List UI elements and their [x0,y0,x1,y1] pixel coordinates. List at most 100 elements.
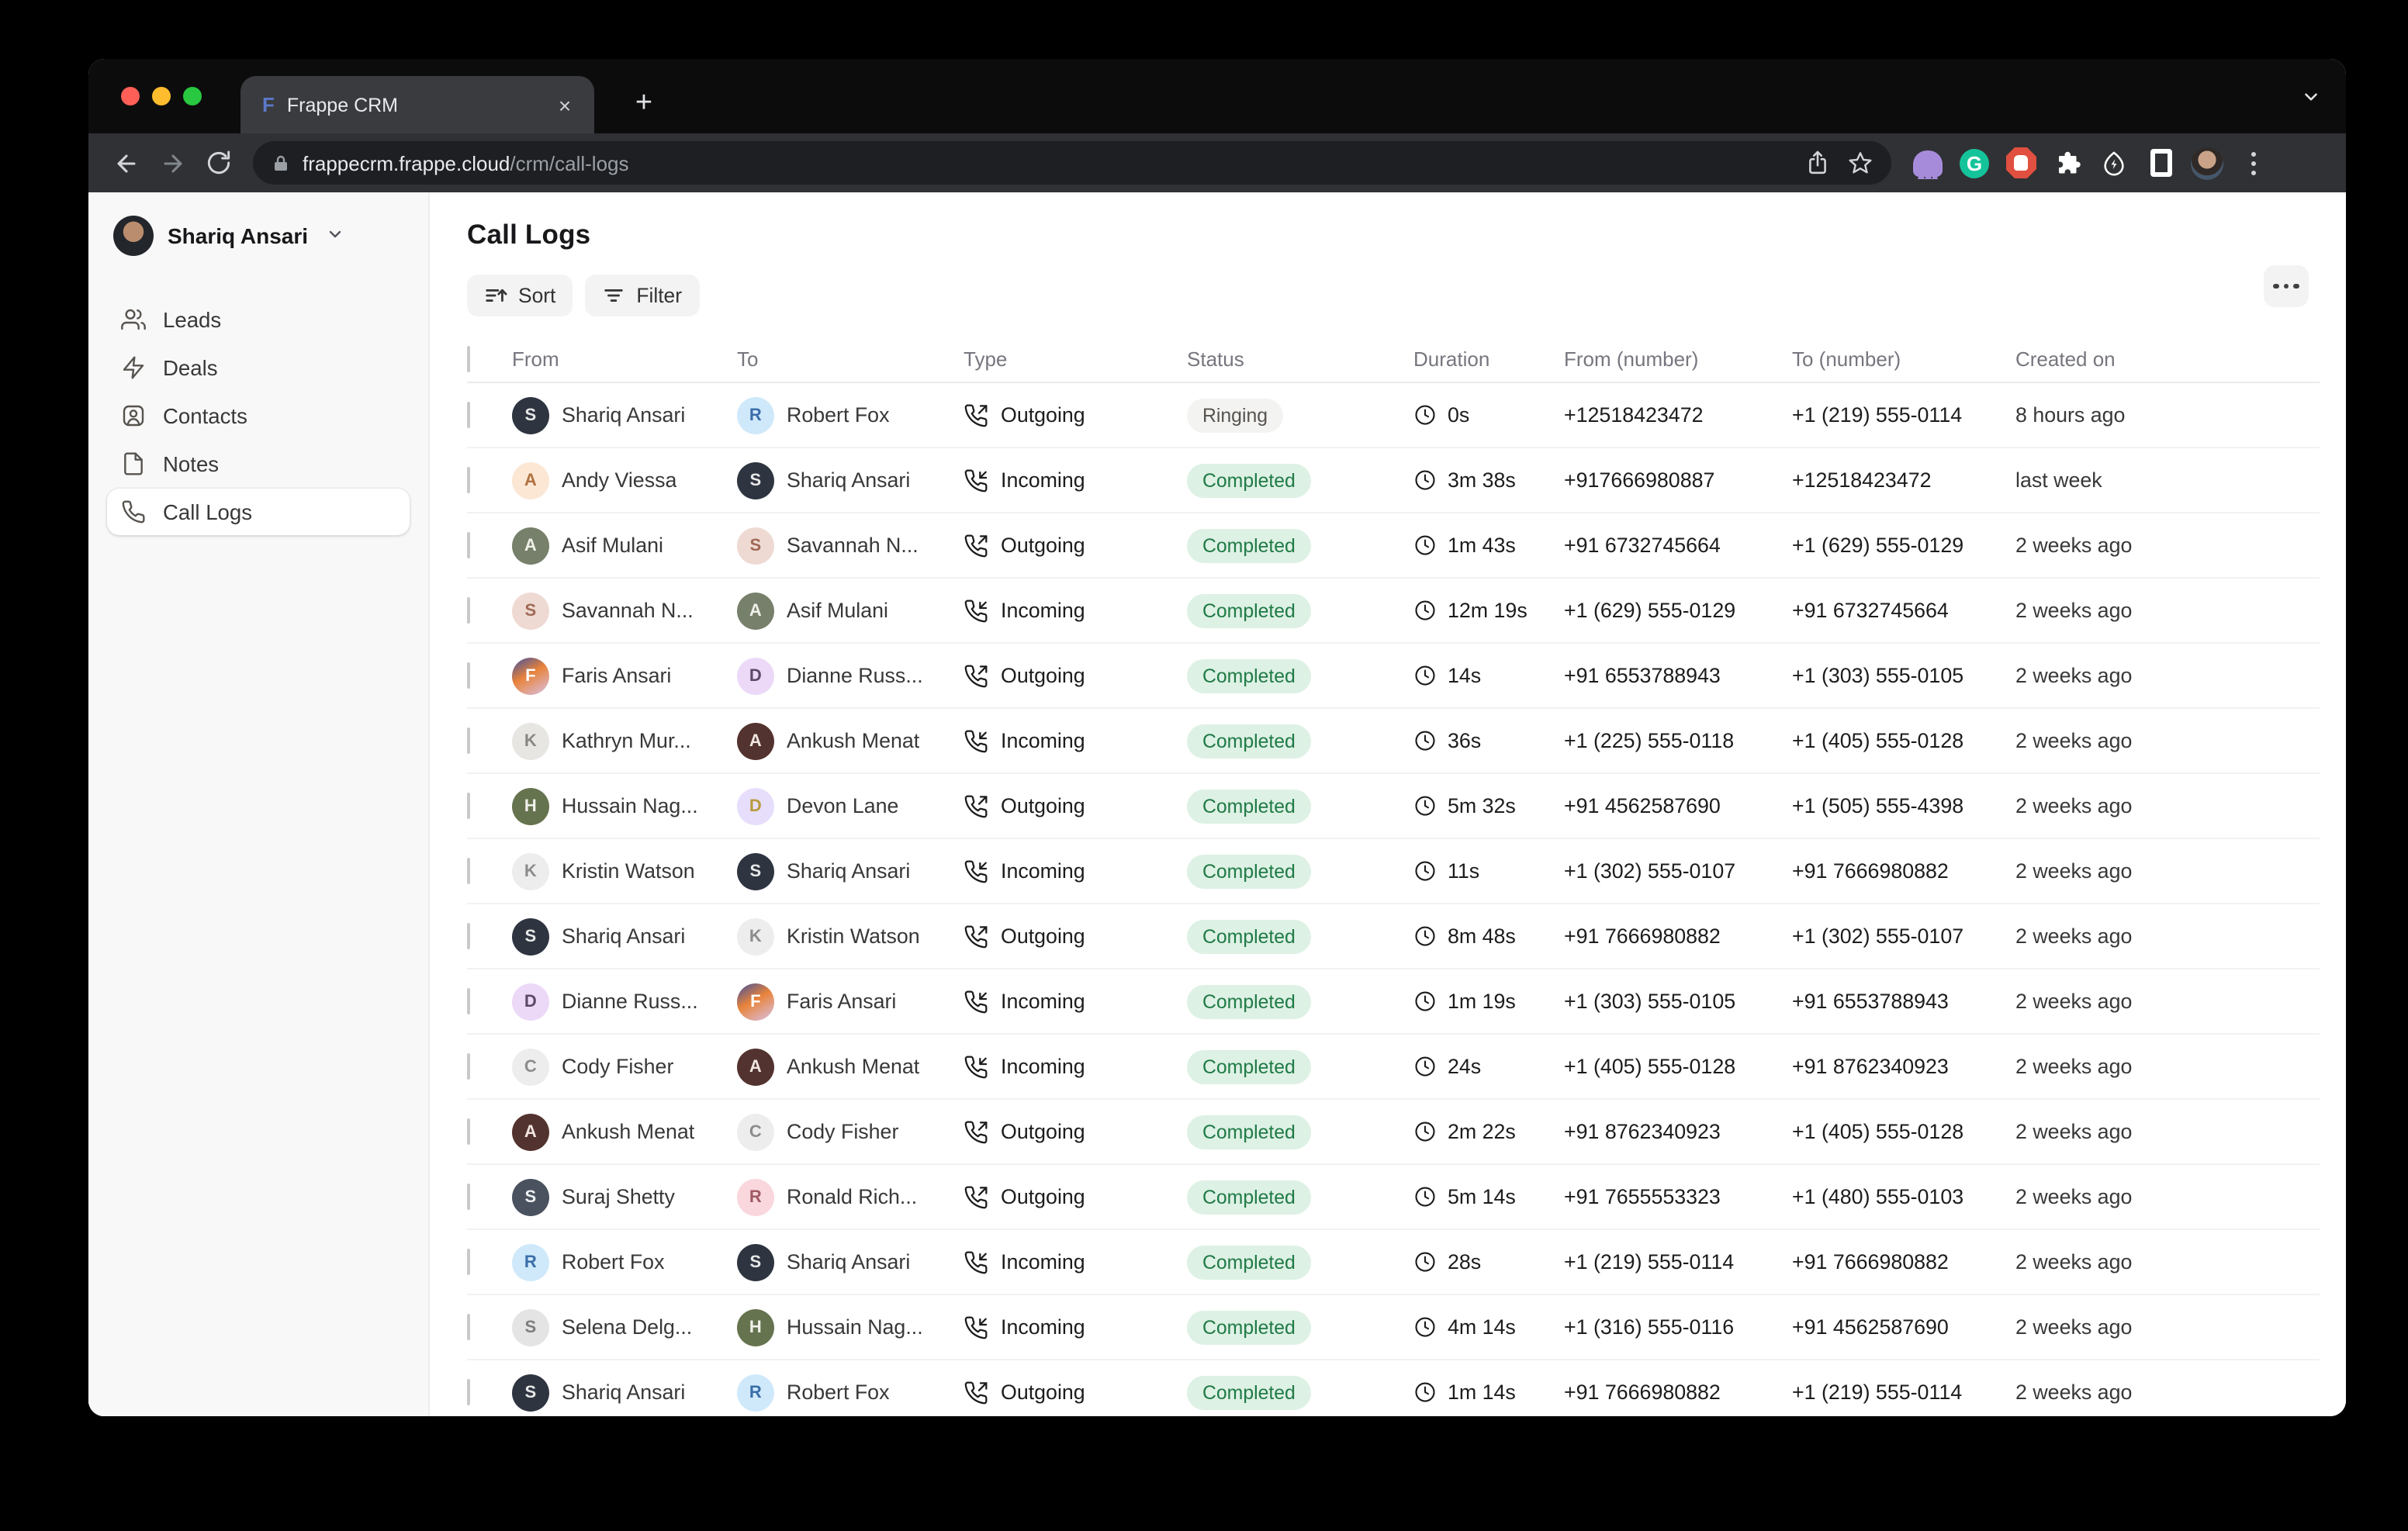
table-row[interactable]: R Robert Fox S Shariq Ansari Incoming Co… [467,1230,2320,1295]
table-row[interactable]: S Shariq Ansari R Robert Fox Outgoing Ri… [467,383,2320,448]
row-checkbox[interactable] [467,467,470,493]
to-number: +91 6732745664 [1792,599,2015,622]
tab-search-chevron-icon[interactable] [2301,87,2321,115]
status-badge: Completed [1187,854,1311,888]
to-avatar: F [737,983,774,1020]
table-row[interactable]: A Andy Viessa S Shariq Ansari Incoming C… [467,448,2320,513]
row-checkbox[interactable] [467,1053,470,1080]
close-tab-icon[interactable]: × [551,91,579,119]
col-type[interactable]: Type [964,347,1187,371]
duration-value: 36s [1448,729,1481,752]
table-row[interactable]: S Savannah N... A Asif Mulani Incoming C… [467,579,2320,644]
share-icon[interactable] [1795,141,1839,185]
row-checkbox[interactable] [467,1118,470,1145]
duration-cell: 5m 32s [1413,794,1564,817]
minimize-window-button[interactable] [152,87,171,105]
status-cell: Completed [1187,1310,1413,1344]
table-row[interactable]: S Shariq Ansari K Kristin Watson Outgoin… [467,904,2320,969]
row-checkbox[interactable] [467,1184,470,1210]
new-tab-button[interactable]: + [622,82,666,126]
menu-dots-icon[interactable] [2233,142,2275,184]
table-row[interactable]: S Selena Delg... H Hussain Nag... Incomi… [467,1295,2320,1360]
from-avatar: S [512,1308,549,1346]
leaf-extension-icon[interactable] [2093,142,2135,184]
col-duration[interactable]: Duration [1413,347,1564,371]
row-checkbox[interactable] [467,793,470,819]
forward-icon[interactable] [150,141,194,185]
duration-value: 11s [1448,859,1479,883]
filter-icon [602,284,625,307]
reload-icon[interactable] [197,141,240,185]
row-checkbox[interactable] [467,1379,470,1405]
type-cell: Incoming [964,468,1187,492]
col-from-number[interactable]: From (number) [1564,347,1792,371]
from-cell: S Shariq Ansari [512,396,737,434]
row-checkbox[interactable] [467,727,470,754]
incoming-call-icon [964,859,988,883]
col-status[interactable]: Status [1187,347,1413,371]
reading-mode-icon[interactable] [2140,142,2181,184]
sidebar-item-call-logs[interactable]: Call Logs [107,489,410,535]
user-menu[interactable]: Shariq Ansari [107,213,410,259]
browser-tab[interactable]: F Frappe CRM × [240,76,594,133]
phone-icon [121,499,146,524]
table-row[interactable]: D Dianne Russ... F Faris Ansari Incoming… [467,969,2320,1035]
select-all-checkbox[interactable] [467,346,470,372]
table-row[interactable]: A Asif Mulani S Savannah N... Outgoing C… [467,513,2320,579]
row-checkbox[interactable] [467,662,470,689]
sidebar-item-deals[interactable]: Deals [107,344,410,391]
from-number: +91 7666980882 [1564,924,1792,948]
table-row[interactable]: H Hussain Nag... D Devon Lane Outgoing C… [467,774,2320,839]
row-checkbox[interactable] [467,402,470,428]
profile-avatar[interactable] [2186,142,2228,184]
col-created-on[interactable]: Created on [2015,347,2320,371]
col-from[interactable]: From [512,347,737,371]
clock-icon [1413,1315,1437,1339]
col-to-number[interactable]: To (number) [1792,347,2015,371]
duration-cell: 14s [1413,664,1564,687]
row-checkbox[interactable] [467,532,470,558]
table-row[interactable]: K Kristin Watson S Shariq Ansari Incomin… [467,839,2320,904]
puzzle-extension-icon[interactable] [2046,142,2088,184]
table-row[interactable]: C Cody Fisher A Ankush Menat Incoming Co… [467,1035,2320,1100]
bookmark-star-icon[interactable] [1839,141,1882,185]
sidebar: Shariq Ansari Leads Deals [88,192,430,1416]
row-checkbox[interactable] [467,597,470,624]
table-row[interactable]: S Shariq Ansari R Robert Fox Outgoing Co… [467,1360,2320,1416]
from-cell: K Kristin Watson [512,852,737,890]
octopus-extension-icon[interactable] [1907,142,1949,184]
to-avatar: S [737,852,774,890]
url-bar[interactable]: frappecrm.frappe.cloud/crm/call-logs [253,141,1891,185]
duration-cell: 5m 14s [1413,1185,1564,1208]
col-to[interactable]: To [737,347,964,371]
duration-cell: 24s [1413,1055,1564,1078]
created-on: 2 weeks ago [2015,1120,2320,1143]
row-checkbox[interactable] [467,1249,470,1275]
filter-button[interactable]: Filter [585,275,699,316]
adblock-extension-icon[interactable] [2000,142,2042,184]
sidebar-item-contacts[interactable]: Contacts [107,392,410,439]
row-checkbox[interactable] [467,988,470,1014]
table-row[interactable]: A Ankush Menat C Cody Fisher Outgoing Co… [467,1100,2320,1165]
to-cell: S Shariq Ansari [737,1243,964,1280]
to-avatar: A [737,722,774,759]
table-row[interactable]: F Faris Ansari D Dianne Russ... Outgoing… [467,644,2320,709]
created-on: last week [2015,468,2320,492]
sort-button[interactable]: Sort [467,275,573,316]
back-icon[interactable] [104,141,147,185]
row-checkbox[interactable] [467,858,470,884]
to-number: +1 (405) 555-0128 [1792,1120,2015,1143]
from-avatar: K [512,852,549,890]
more-options-button[interactable] [2264,265,2309,307]
status-badge: Completed [1187,1375,1311,1409]
status-badge: Completed [1187,1245,1311,1279]
row-checkbox[interactable] [467,1314,470,1340]
row-checkbox[interactable] [467,923,470,949]
table-row[interactable]: S Suraj Shetty R Ronald Rich... Outgoing… [467,1165,2320,1230]
sidebar-item-leads[interactable]: Leads [107,296,410,343]
zoom-window-button[interactable] [183,87,202,105]
sidebar-item-notes[interactable]: Notes [107,441,410,487]
grammarly-extension-icon[interactable]: G [1953,142,1995,184]
close-window-button[interactable] [121,87,140,105]
table-row[interactable]: K Kathryn Mur... A Ankush Menat Incoming… [467,709,2320,774]
